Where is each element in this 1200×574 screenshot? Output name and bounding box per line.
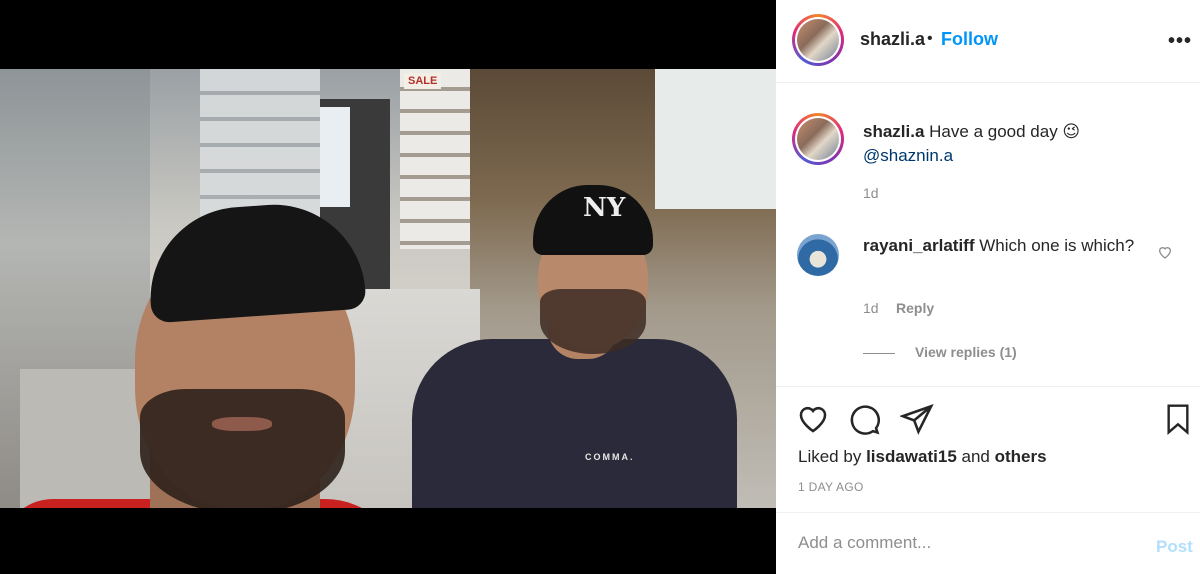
caption-mention[interactable]: @shaznin.a <box>863 146 953 165</box>
post-timestamp[interactable]: 1 DAY AGO <box>798 480 864 494</box>
comment-body: Which one is which? <box>979 236 1135 255</box>
likes-user[interactable]: lisdawati15 <box>866 447 957 466</box>
likes-prefix: Liked by <box>798 447 862 466</box>
post-sidebar: shazli.a • Follow ••• shazli.a Have a go… <box>776 0 1200 574</box>
follow-button[interactable]: Follow <box>941 29 998 50</box>
caption-time[interactable]: 1d <box>863 185 879 201</box>
person-right-shirt <box>412 339 737 508</box>
post-actions: Liked by lisdawati15 and others 1 DAY AG… <box>776 386 1200 506</box>
comment-time[interactable]: 1d <box>863 300 879 316</box>
person-right-beard <box>540 289 646 354</box>
commenter-username[interactable]: rayani_arlatiff <box>863 236 975 255</box>
person-left-beard <box>140 389 345 508</box>
view-replies-button[interactable]: View replies (1) <box>915 344 1017 360</box>
author-avatar[interactable] <box>792 14 844 66</box>
comment-text: rayani_arlatiff Which one is which? <box>863 234 1143 258</box>
likes-joiner: and <box>961 447 990 466</box>
more-options-icon[interactable]: ••• <box>1168 30 1192 53</box>
comment-like-icon[interactable] <box>1157 244 1173 260</box>
post-comment-button[interactable]: Post <box>1156 537 1193 557</box>
likes-others[interactable]: others <box>995 447 1047 466</box>
add-comment-input[interactable] <box>798 533 1128 553</box>
caption-body: Have a good day 😉 <box>929 122 1081 141</box>
heart-icon[interactable] <box>796 402 830 436</box>
person-left-mouth <box>212 417 272 431</box>
post-media[interactable]: SALE COMMA. NY <box>0 0 776 574</box>
comments-section[interactable]: shazli.a Have a good day 😉 @shaznin.a 1d… <box>776 84 1200 386</box>
post-photo[interactable]: SALE COMMA. NY <box>0 69 776 508</box>
share-icon[interactable] <box>900 402 934 436</box>
caption-text: shazli.a Have a good day 😉 @shaznin.a <box>863 120 1163 168</box>
shirt-logo-text: COMMA. <box>585 452 635 462</box>
caption-username[interactable]: shazli.a <box>863 122 924 141</box>
view-replies-line <box>863 353 895 354</box>
photo-rack <box>400 69 470 249</box>
author-username[interactable]: shazli.a <box>860 29 925 50</box>
comment-icon[interactable] <box>847 402 881 436</box>
header-separator: • <box>927 30 933 47</box>
reply-button[interactable]: Reply <box>896 300 934 316</box>
caption-avatar[interactable] <box>792 113 844 165</box>
photo-poster <box>655 69 776 209</box>
likes-summary: Liked by lisdawati15 and others <box>798 447 1047 467</box>
post-header: shazli.a • Follow ••• <box>776 0 1200 83</box>
bookmark-icon[interactable] <box>1162 401 1194 437</box>
add-comment-bar: Post <box>776 512 1200 574</box>
cap-logo: NY <box>583 193 626 223</box>
commenter-avatar[interactable] <box>797 234 839 276</box>
photo-sale-sign: SALE <box>404 73 442 89</box>
